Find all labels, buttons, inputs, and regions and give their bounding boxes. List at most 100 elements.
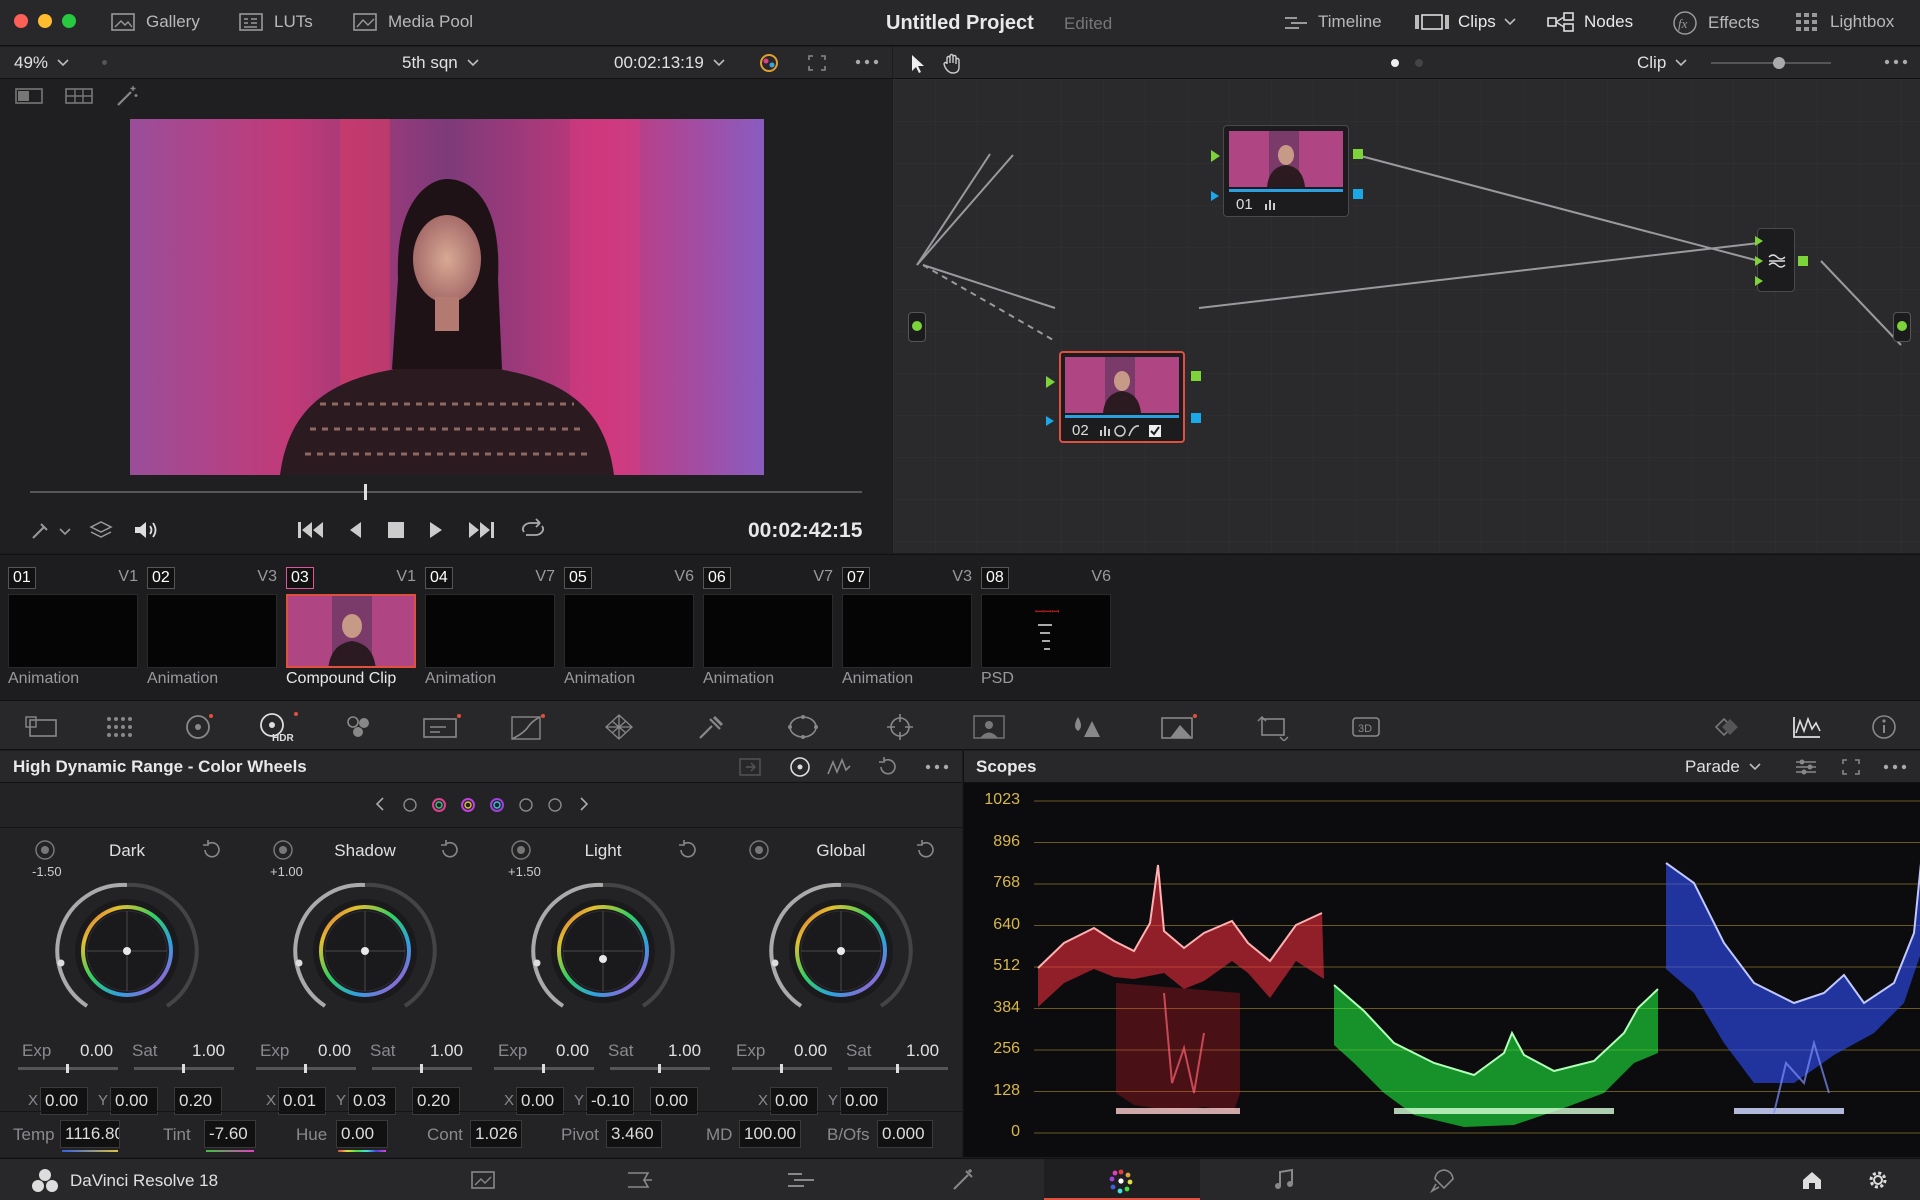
exposure-value[interactable]: 0.00 xyxy=(794,1041,827,1061)
chevron-left-icon[interactable] xyxy=(374,796,386,812)
curves-icon[interactable] xyxy=(510,713,546,741)
node-mode-select[interactable]: Clip xyxy=(1637,53,1688,73)
exposure-value[interactable]: 0.00 xyxy=(80,1041,113,1061)
more-options-icon[interactable] xyxy=(924,762,950,772)
node-zoom-handle[interactable] xyxy=(1773,57,1785,69)
minimize-window-button[interactable] xyxy=(38,14,52,28)
reset-icon[interactable] xyxy=(914,839,936,861)
clip-item[interactable]: 06 V7 Animation xyxy=(703,561,833,691)
pivot-field[interactable]: 3.460 xyxy=(606,1120,662,1148)
wheels-mode-icon[interactable] xyxy=(788,756,812,778)
exposure-slider[interactable] xyxy=(18,1064,118,1073)
home-icon[interactable] xyxy=(1800,1169,1824,1191)
midtone-detail-field[interactable]: 100.00 xyxy=(739,1120,801,1148)
reset-icon[interactable] xyxy=(676,839,698,861)
hand-icon[interactable] xyxy=(941,52,965,76)
color-wheel-disc[interactable] xyxy=(47,871,207,1031)
output-node[interactable] xyxy=(1893,312,1911,342)
hdr-wheels-icon[interactable]: HDR xyxy=(258,711,300,743)
playhead[interactable] xyxy=(364,484,367,500)
node-01-key-input[interactable] xyxy=(1211,191,1219,201)
clip-item[interactable]: 03 V1 Compound Clip xyxy=(286,561,416,691)
luts-button[interactable]: LUTs xyxy=(238,11,313,33)
saturation-value[interactable]: 1.00 xyxy=(906,1041,939,1061)
color-picker-icon[interactable] xyxy=(756,51,782,75)
reset-icon[interactable] xyxy=(438,839,460,861)
keyframes-icon[interactable] xyxy=(1708,713,1744,741)
key-icon[interactable] xyxy=(1160,713,1198,741)
window-icon[interactable] xyxy=(786,713,820,741)
blur-icon[interactable] xyxy=(1070,713,1104,741)
info-icon[interactable] xyxy=(1870,713,1898,741)
fusion-page-icon[interactable] xyxy=(950,1167,976,1193)
tint-field[interactable]: -7.60 xyxy=(204,1120,256,1148)
clip-item[interactable]: 04 V7 Animation xyxy=(425,561,555,691)
contrast-field[interactable]: 1.026 xyxy=(470,1120,522,1148)
mixer-input-2[interactable] xyxy=(1755,256,1763,266)
timeline-button[interactable]: Timeline xyxy=(1282,11,1382,33)
settings-gear-icon[interactable] xyxy=(1866,1168,1890,1192)
mixer-output[interactable] xyxy=(1798,256,1808,266)
node-02-key-output[interactable] xyxy=(1191,413,1201,423)
motion-effects-icon[interactable] xyxy=(422,713,462,741)
stop-icon[interactable] xyxy=(386,520,406,540)
scope-mode-select[interactable]: Parade xyxy=(1685,757,1762,777)
color-wheel-disc[interactable] xyxy=(523,871,683,1031)
pointer-icon[interactable] xyxy=(909,53,927,75)
play-icon[interactable] xyxy=(426,519,446,541)
sizing-icon[interactable] xyxy=(1256,713,1290,741)
exposure-slider[interactable] xyxy=(494,1064,594,1073)
camera-raw-icon[interactable] xyxy=(24,714,60,740)
volume-icon[interactable] xyxy=(132,519,160,541)
page-dot-icon[interactable] xyxy=(402,797,562,813)
saturation-slider[interactable] xyxy=(134,1064,234,1073)
magic-wand-icon[interactable] xyxy=(114,84,140,108)
node-01-key-output[interactable] xyxy=(1353,189,1363,199)
color-wheel-disc[interactable] xyxy=(761,871,921,1031)
clip-item[interactable]: 05 V6 Animation xyxy=(564,561,694,691)
tracker-icon[interactable] xyxy=(884,713,916,741)
deliver-page-icon[interactable] xyxy=(1430,1167,1456,1193)
3d-icon[interactable]: 3D xyxy=(1350,713,1384,741)
black-offset-field[interactable]: 0.000 xyxy=(877,1120,933,1148)
magic-mask-icon[interactable] xyxy=(972,713,1006,741)
cut-page-icon[interactable] xyxy=(624,1169,658,1191)
fairlight-page-icon[interactable] xyxy=(1272,1168,1294,1192)
clip-item[interactable]: 08 V6 ꟷꟷꟷ PSD xyxy=(981,561,1111,691)
eyedropper-icon[interactable] xyxy=(30,521,72,541)
skip-to-start-icon[interactable] xyxy=(296,519,326,541)
saturation-slider[interactable] xyxy=(372,1064,472,1073)
source-node[interactable] xyxy=(908,312,926,342)
exposure-value[interactable]: 0.00 xyxy=(318,1041,351,1061)
node-02-rgb-output[interactable] xyxy=(1191,371,1201,381)
more-options-icon[interactable] xyxy=(1883,57,1909,67)
node-02[interactable]: 02 xyxy=(1059,351,1185,443)
color-wheel-disc[interactable] xyxy=(285,871,445,1031)
fullscreen-icon[interactable] xyxy=(806,53,828,73)
scope-settings-icon[interactable] xyxy=(1794,757,1818,777)
source-timecode-select[interactable]: 00:02:13:19 xyxy=(614,53,726,73)
loop-icon[interactable] xyxy=(518,517,548,541)
saturation-slider[interactable] xyxy=(610,1064,710,1073)
close-window-button[interactable] xyxy=(14,14,28,28)
hue-field[interactable]: 0.00 xyxy=(336,1120,388,1148)
playback-scrubber[interactable] xyxy=(30,484,862,500)
saturation-value[interactable]: 1.00 xyxy=(430,1041,463,1061)
zoom-select[interactable]: 49% xyxy=(14,53,70,73)
page-dot[interactable] xyxy=(1415,59,1423,67)
rgb-mixer-icon[interactable] xyxy=(344,714,374,740)
node-01-rgb-input[interactable] xyxy=(1211,150,1220,162)
color-warper-icon[interactable] xyxy=(604,713,634,741)
page-dot-active[interactable] xyxy=(1391,59,1399,67)
clips-button[interactable]: Clips xyxy=(1414,11,1516,33)
node-zoom-slider[interactable] xyxy=(1711,57,1831,69)
clip-item[interactable]: 07 V3 Animation xyxy=(842,561,972,691)
node-editor-panel[interactable]: Clip 01 02 xyxy=(893,47,1920,553)
video-frame[interactable] xyxy=(130,119,764,475)
exposure-slider[interactable] xyxy=(256,1064,356,1073)
lightbox-button[interactable]: Lightbox xyxy=(1794,11,1894,33)
maximize-window-button[interactable] xyxy=(62,14,76,28)
node-01-rgb-output[interactable] xyxy=(1353,149,1363,159)
clip-item[interactable]: 02 V3 Animation xyxy=(147,561,277,691)
exposure-slider[interactable] xyxy=(732,1064,832,1073)
